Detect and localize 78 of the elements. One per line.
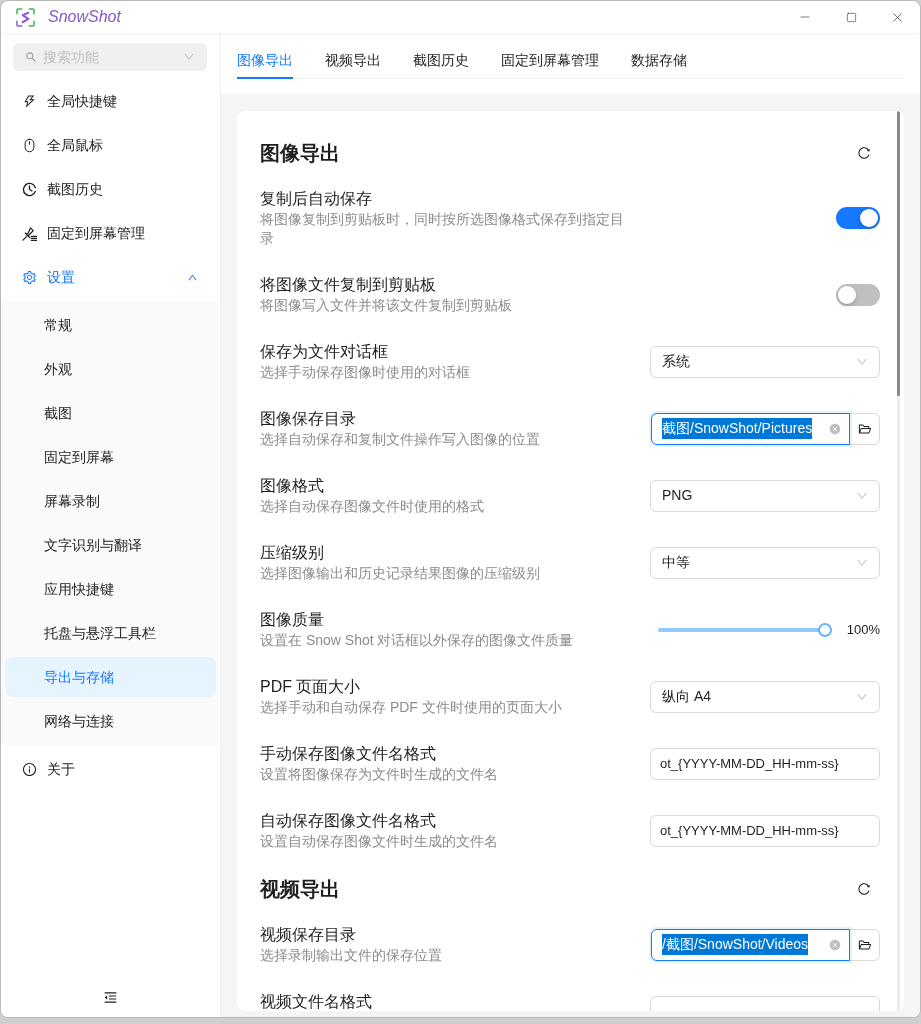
- app-logo-icon: [16, 7, 35, 27]
- submenu-item[interactable]: 截图: [5, 393, 216, 433]
- setting-description: 选择图像输出和历史记录结果图像的压缩级别: [260, 564, 541, 583]
- submenu-item[interactable]: 常规: [5, 305, 216, 345]
- submenu-item[interactable]: 屏幕录制: [5, 481, 216, 521]
- pin-list-icon: [22, 225, 37, 241]
- chevron-down-icon: [183, 51, 195, 63]
- setting-description: 设置将图像保存为文件时生成的文件名: [260, 765, 499, 784]
- menu-fold-icon: [103, 989, 118, 1005]
- lightning-icon: [22, 93, 37, 109]
- sidebar-item[interactable]: 全局鼠标: [5, 125, 216, 165]
- setting-label: 保存为文件对话框: [260, 342, 389, 362]
- quality-value: 100%: [846, 620, 880, 639]
- section-title: 图像导出: [260, 141, 340, 166]
- select-field[interactable]: 纵向 A4: [650, 680, 880, 713]
- info-icon: [22, 761, 37, 777]
- setting-label: 压缩级别: [260, 543, 325, 563]
- tab[interactable]: 视频导出: [325, 43, 381, 79]
- submenu-item[interactable]: 文字识别与翻译: [5, 525, 216, 565]
- submenu-item[interactable]: 导出与存储: [5, 657, 216, 697]
- text-field[interactable]: ot_{YYYY-MM-DD_HH-mm-ss}: [650, 747, 880, 780]
- toggle-switch[interactable]: [836, 207, 880, 229]
- tab[interactable]: 图像导出: [237, 43, 293, 79]
- tab[interactable]: 截图历史: [413, 43, 469, 79]
- setting-description: 选择手动保存图像时使用的对话框: [260, 363, 471, 382]
- setting-description: 选择录制输出文件的保存位置: [260, 946, 443, 965]
- sidebar-item[interactable]: 截图历史: [5, 169, 216, 209]
- setting-description: 设置在 Snow Shot 对话框以外保存的图像文件质量: [260, 631, 575, 650]
- quality-slider[interactable]: [658, 622, 832, 637]
- submenu-item[interactable]: 网络与连接: [5, 701, 216, 741]
- toggle-switch[interactable]: [836, 283, 880, 306]
- select-field[interactable]: 中等: [650, 546, 880, 579]
- setting-label: 手动保存图像文件名格式: [260, 744, 437, 764]
- path-field[interactable]: /截图/SnowShot/Videos: [651, 928, 850, 961]
- browse-folder-button[interactable]: [849, 412, 880, 445]
- setting-label: 图像格式: [260, 476, 325, 496]
- setting-description: 将图像写入文件并将该文件复制到剪贴板: [260, 296, 513, 315]
- setting-label: 视频保存目录: [260, 925, 357, 945]
- refresh-icon: [857, 882, 871, 896]
- clear-icon[interactable]: [829, 938, 841, 951]
- sidebar-item[interactable]: 关于: [5, 749, 216, 789]
- setting-label: PDF 页面大小: [260, 677, 362, 697]
- tab[interactable]: 固定到屏幕管理: [501, 43, 599, 79]
- setting-label: 视频文件名格式: [260, 992, 373, 1011]
- search-icon: [25, 51, 37, 63]
- refresh-icon: [857, 146, 871, 160]
- maximize-icon: [845, 11, 857, 23]
- mouse-icon: [22, 137, 37, 153]
- setting-description: 选择自动保存和复制文件操作写入图像的位置: [260, 430, 541, 449]
- sidebar-item[interactable]: 设置: [5, 257, 216, 297]
- setting-label: 图像保存目录: [260, 409, 357, 429]
- submenu-item[interactable]: 外观: [5, 349, 216, 389]
- submenu-item[interactable]: 应用快捷键: [5, 569, 216, 609]
- clear-icon[interactable]: [829, 422, 841, 435]
- clock-icon: [22, 181, 37, 197]
- setting-description: 选择自动保存图像文件时使用的格式: [260, 497, 485, 516]
- window-title: SnowShot: [48, 7, 121, 27]
- sidebar-item[interactable]: 固定到屏幕管理: [5, 213, 216, 253]
- settings-icon: [22, 269, 37, 285]
- path-field[interactable]: 截图/SnowShot/Pictures: [651, 412, 850, 445]
- setting-label: 将图像文件复制到剪贴板: [260, 275, 437, 295]
- setting-description: 选择手动和自动保存 PDF 文件时使用的页面大小: [260, 698, 563, 717]
- setting-label: 自动保存图像文件名格式: [260, 811, 437, 831]
- setting-label: 复制后自动保存: [260, 189, 373, 209]
- tab[interactable]: 数据存储: [631, 43, 687, 79]
- setting-description: 将图像复制到剪贴板时，同时按所选图像格式保存到指定目录: [260, 210, 625, 248]
- section-title: 视频导出: [260, 877, 340, 902]
- submenu-item[interactable]: 固定到屏幕: [5, 437, 216, 477]
- setting-label: 图像质量: [260, 610, 325, 630]
- submenu-item[interactable]: 托盘与悬浮工具栏: [5, 613, 216, 653]
- text-field[interactable]: ot_{YYYY-MM-DD_HH-mm-ss}: [650, 814, 880, 847]
- slider-thumb[interactable]: [818, 622, 832, 637]
- sidebar-item[interactable]: 全局快捷键: [5, 81, 216, 121]
- browse-folder-button[interactable]: [849, 928, 880, 961]
- scrollbar-thumb[interactable]: [897, 111, 900, 396]
- setting-description: 设置自动保存图像文件时生成的文件名: [260, 832, 499, 851]
- select-field[interactable]: 系统: [650, 345, 880, 378]
- select-field[interactable]: PNG: [650, 479, 880, 512]
